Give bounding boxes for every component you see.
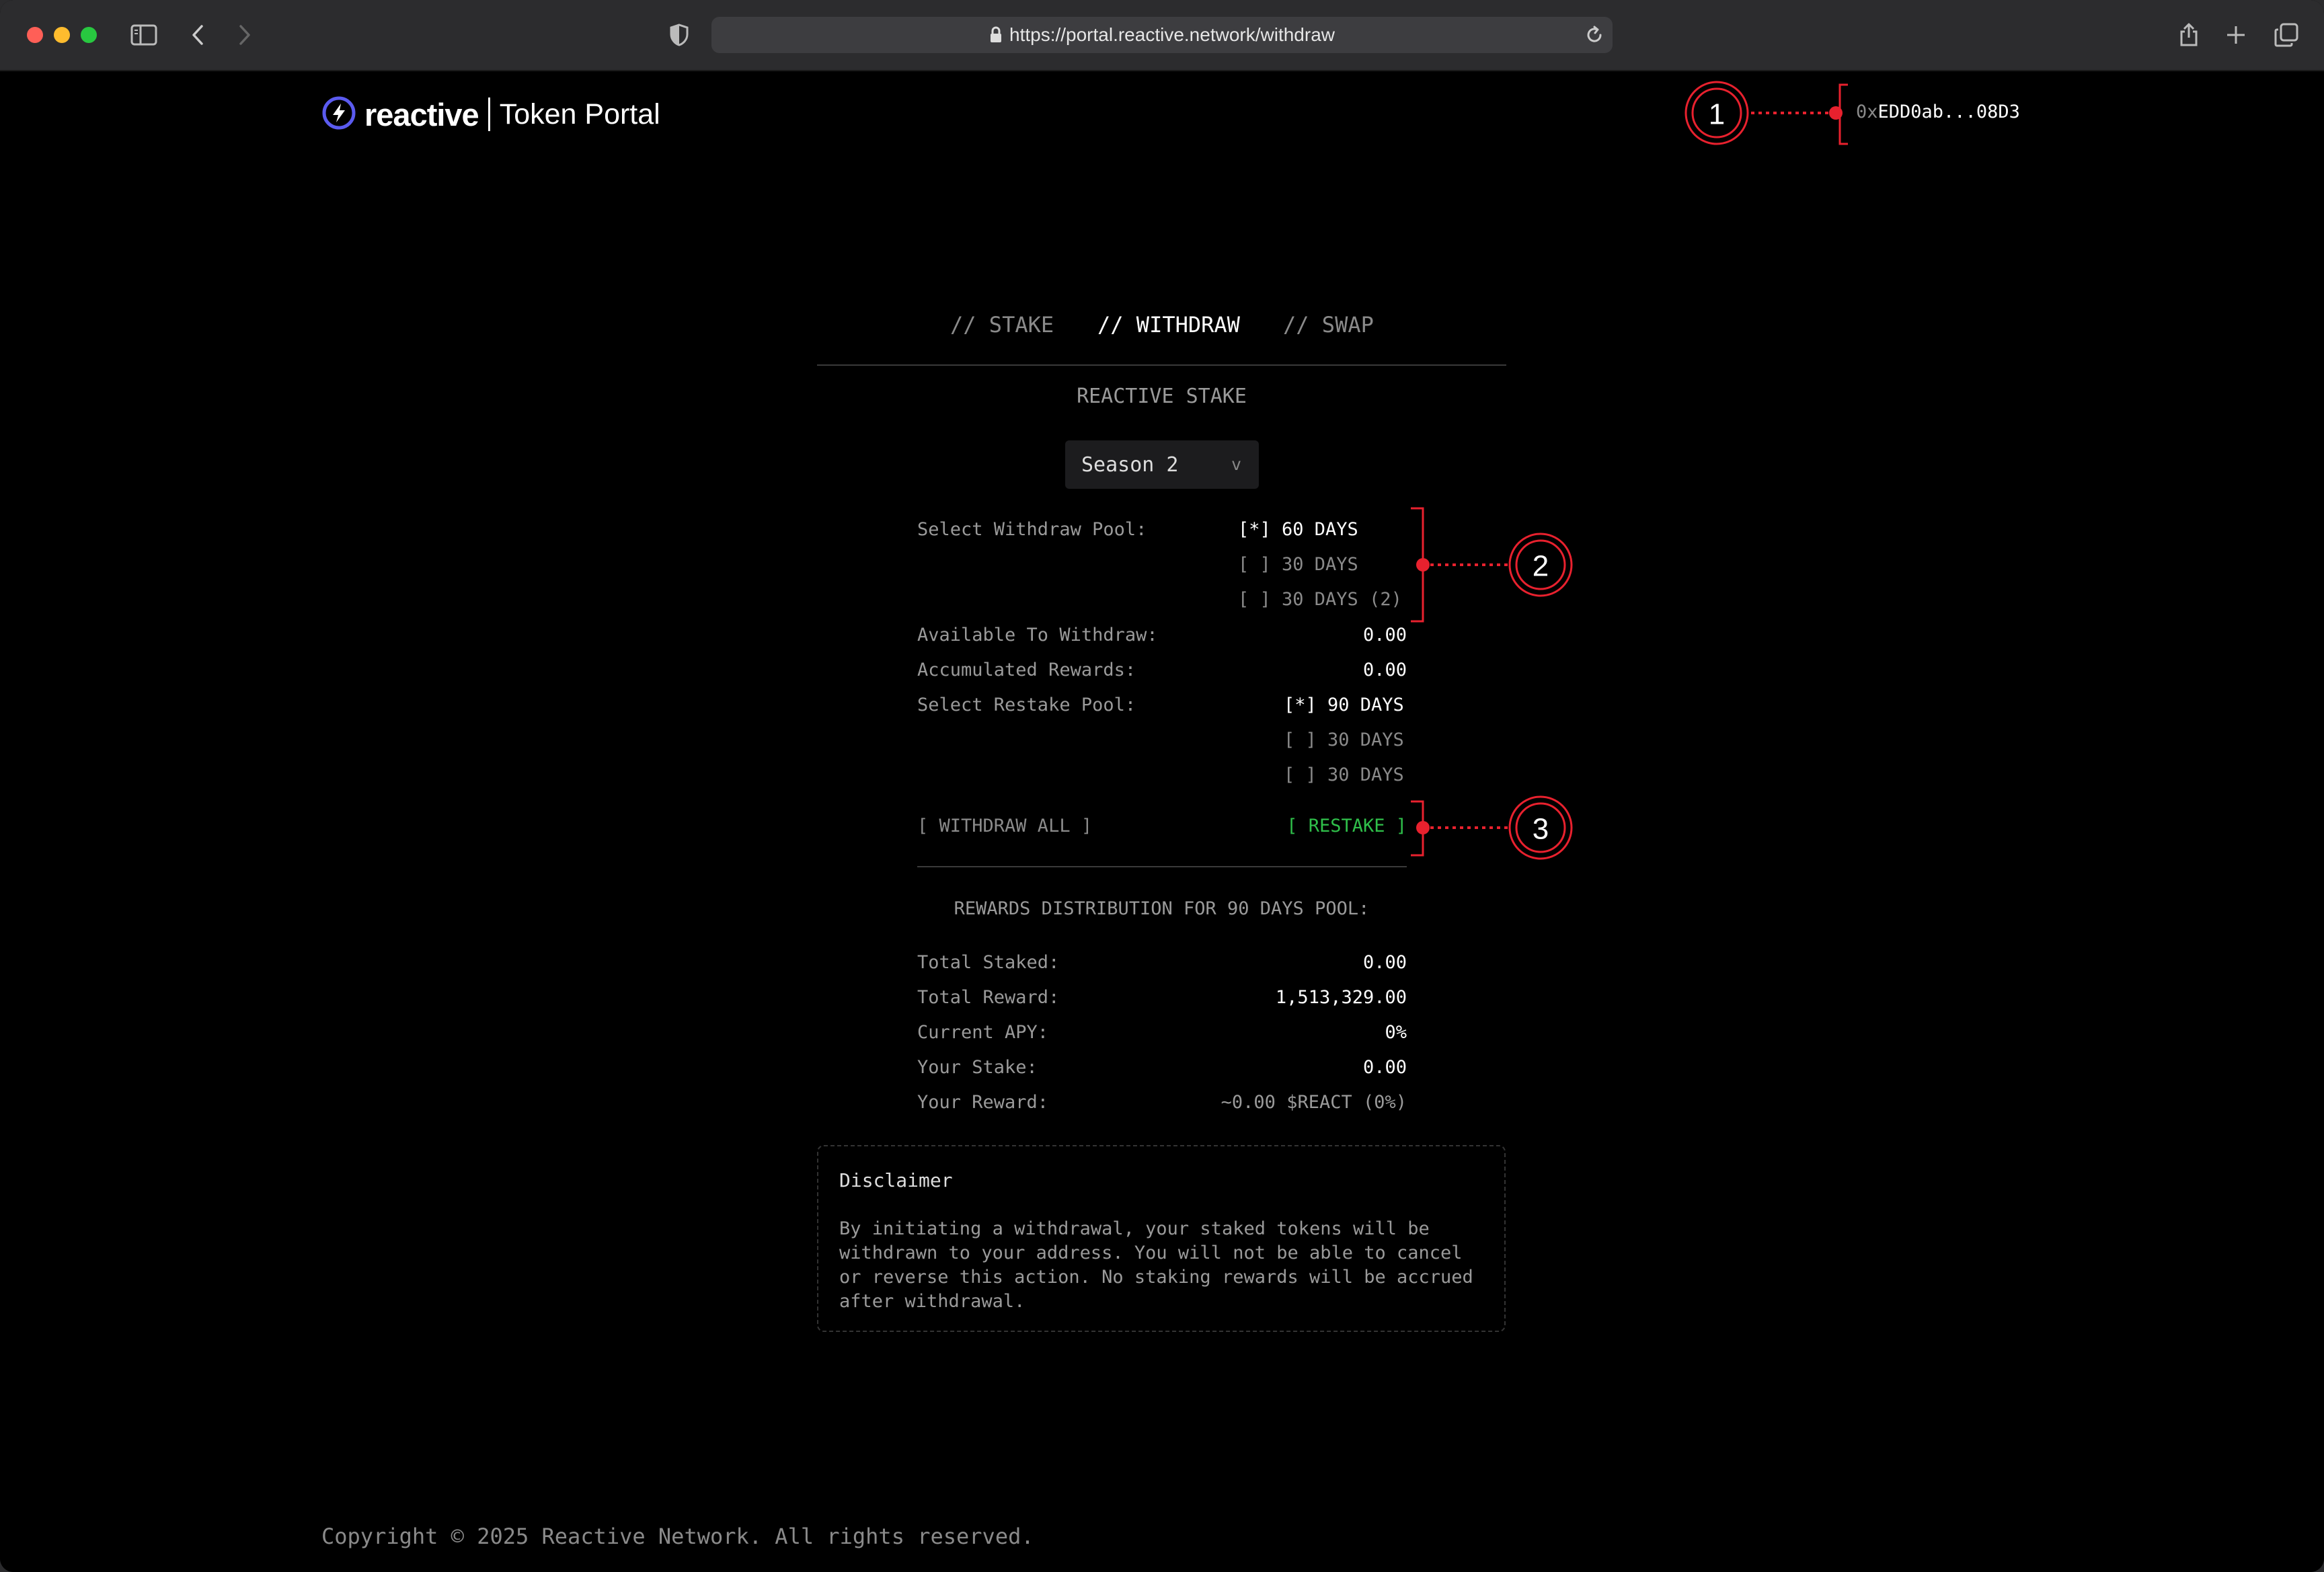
forward-arrow-icon[interactable] — [230, 20, 260, 50]
your-stake-label: Your Stake: — [917, 1057, 1038, 1078]
accumulated-rewards-value: 0.00 — [1362, 660, 1407, 680]
brand-word: reactive — [364, 96, 479, 132]
close-window-button[interactable] — [27, 27, 43, 43]
wallet-prefix: 0x — [1856, 102, 1878, 122]
annotation-callout-1: 1 — [1684, 81, 1848, 145]
available-to-withdraw-label: Available To Withdraw: — [917, 625, 1158, 645]
section-divider — [917, 866, 1407, 867]
restake-button[interactable]: [ RESTAKE ] — [1286, 816, 1407, 836]
annotation-callout-2: 2 — [1411, 507, 1573, 623]
browser-window: https://portal.reactive.network/withdraw… — [0, 0, 2324, 1572]
share-icon[interactable] — [2174, 20, 2204, 50]
wallet-address: EDD0ab...08D3 — [1877, 102, 2020, 122]
tab-swap[interactable]: // SWAP — [1283, 312, 1374, 338]
wallet-address-button[interactable]: 0xEDD0ab...08D3 — [1856, 102, 2020, 122]
rewards-title: REWARDS DISTRIBUTION FOR 90 DAYS POOL: — [954, 898, 1370, 919]
withdraw-pool-option-60-days[interactable]: [*] 60 DAYS — [1238, 519, 1358, 540]
reactive-logo-icon — [321, 95, 356, 134]
minimize-window-button[interactable] — [54, 27, 70, 43]
tab-overview-icon[interactable] — [2272, 20, 2301, 50]
lock-icon — [989, 26, 1003, 44]
address-bar[interactable]: https://portal.reactive.network/withdraw — [711, 17, 1613, 53]
withdraw-pool-option-30-days[interactable]: [ ] 30 DAYS — [1238, 554, 1358, 575]
section-title: REACTIVE STAKE — [1077, 385, 1247, 408]
chevron-down-icon: v — [1231, 455, 1241, 474]
current-apy-value: 0% — [1385, 1022, 1407, 1043]
withdraw-all-button[interactable]: [ WITHDRAW ALL ] — [917, 816, 1092, 836]
footer-copyright: Copyright © 2025 Reactive Network. All r… — [321, 1524, 1034, 1549]
restake-pool-label: Select Restake Pool: — [917, 695, 1136, 715]
page-content: reactive Token Portal 0xEDD0ab...08D3 //… — [0, 71, 2324, 1572]
available-to-withdraw-value: 0.00 — [1362, 625, 1407, 645]
disclaimer-body: By initiating a withdrawal, your staked … — [839, 1218, 1473, 1312]
total-reward-value: 1,513,329.00 — [1275, 987, 1407, 1008]
privacy-shield-icon[interactable] — [664, 20, 694, 50]
annotation-number-1: 1 — [1709, 98, 1725, 131]
annotation-number-2: 2 — [1533, 550, 1549, 583]
your-stake-value: 0.00 — [1362, 1057, 1407, 1078]
withdraw-pool-option-30-days-2[interactable]: [ ] 30 DAYS (2) — [1238, 589, 1402, 610]
season-select[interactable]: Season 2 v — [1065, 440, 1259, 489]
total-reward-label: Total Reward: — [917, 987, 1060, 1008]
current-apy-label: Current APY: — [917, 1022, 1049, 1043]
brand-logo[interactable]: reactive Token Portal — [321, 94, 660, 134]
back-arrow-icon[interactable] — [183, 20, 212, 50]
restake-pool-option-30-days[interactable]: [ ] 30 DAYS — [1284, 730, 1404, 750]
reload-icon[interactable] — [1584, 25, 1604, 50]
tab-withdraw[interactable]: // WITHDRAW — [1097, 312, 1240, 338]
disclaimer-box: Disclaimer By initiating a withdrawal, y… — [817, 1145, 1506, 1332]
annotation-overlay: 1 2 3 — [1411, 81, 1848, 860]
total-staked-value: 0.00 — [1362, 952, 1407, 973]
restake-pool-option-30-days-2[interactable]: [ ] 30 DAYS — [1284, 764, 1404, 785]
total-staked-label: Total Staked: — [917, 952, 1060, 973]
restake-pool-option-90-days[interactable]: [*] 90 DAYS — [1284, 695, 1404, 715]
portal-title: Token Portal — [499, 97, 660, 130]
withdraw-pool-label: Select Withdraw Pool: — [917, 519, 1147, 540]
tab-stake[interactable]: // STAKE — [950, 312, 1054, 338]
your-reward-value: ~0.00 $REACT (0%) — [1221, 1092, 1407, 1113]
your-reward-label: Your Reward: — [917, 1092, 1049, 1113]
brand-separator — [488, 97, 490, 131]
annotation-number-3: 3 — [1533, 813, 1549, 846]
annotation-callout-3: 3 — [1411, 795, 1573, 860]
tab-bar: // STAKE // WITHDRAW // SWAP — [817, 312, 1506, 366]
disclaimer-title: Disclaimer — [839, 1169, 953, 1191]
url-text: https://portal.reactive.network/withdraw — [1009, 24, 1335, 45]
sidebar-toggle-icon[interactable] — [129, 20, 159, 50]
season-select-value: Season 2 — [1081, 453, 1179, 477]
zoom-window-button[interactable] — [81, 27, 97, 43]
browser-toolbar: https://portal.reactive.network/withdraw — [0, 0, 2324, 71]
accumulated-rewards-label: Accumulated Rewards: — [917, 660, 1136, 680]
new-tab-plus-icon[interactable] — [2221, 20, 2251, 50]
